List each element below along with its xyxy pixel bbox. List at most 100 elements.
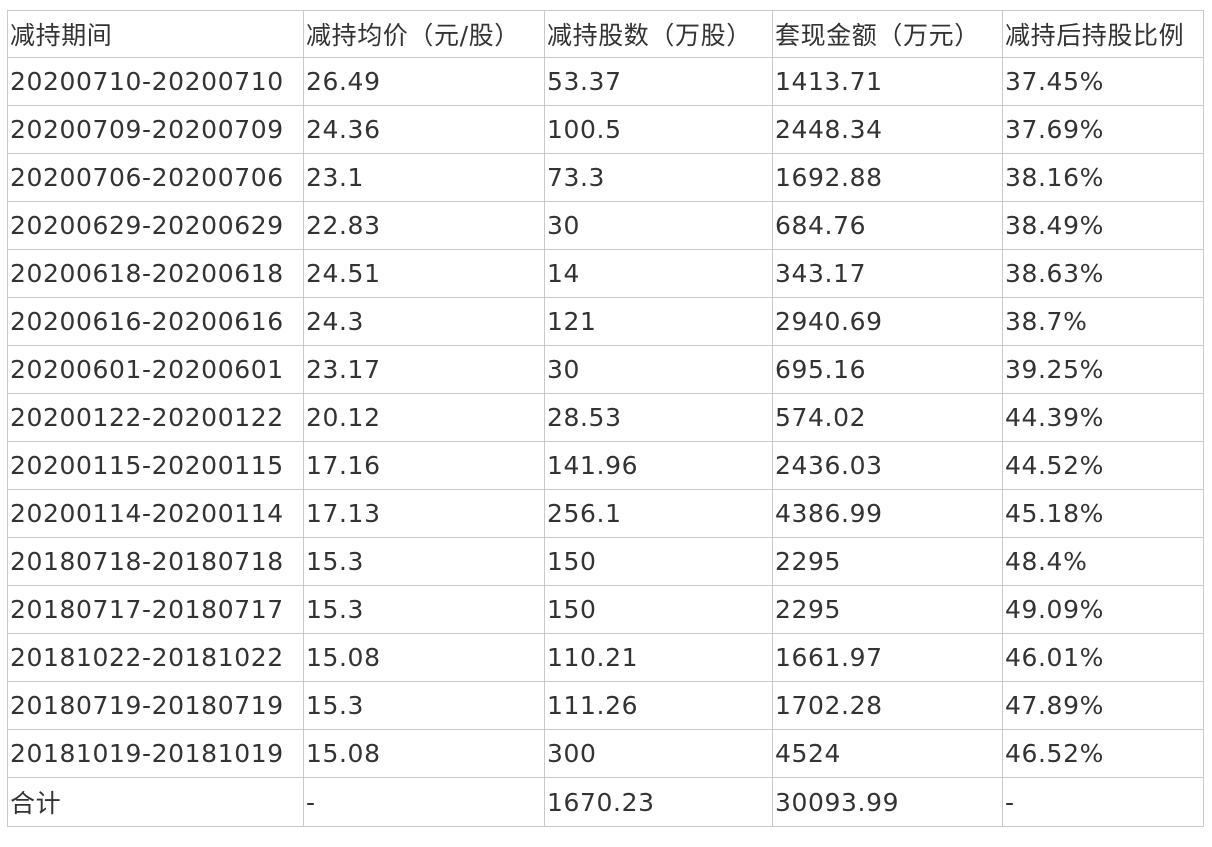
table-row: 20180719-20180719 15.3 111.26 1702.28 47…: [7, 681, 1204, 730]
cell-period: 20200616-20200616: [7, 297, 304, 346]
cell-avg-price: 24.51: [303, 249, 545, 298]
cell-avg-price: 15.3: [303, 585, 545, 634]
cell-avg-price: 24.3: [303, 297, 545, 346]
table-row: 20180718-20180718 15.3 150 2295 48.4%: [7, 537, 1204, 586]
cell-holding-ratio: 44.39%: [1002, 393, 1204, 442]
cell-period: 20200122-20200122: [7, 393, 304, 442]
header-avg-price: 减持均价（元/股）: [303, 10, 545, 58]
cell-avg-price: 20.12: [303, 393, 545, 442]
cell-cash-amount: 1702.28: [772, 681, 1003, 730]
total-shares: 1670.23: [544, 777, 773, 827]
cell-avg-price: 15.08: [303, 729, 545, 778]
table-row: 20200710-20200710 26.49 53.37 1413.71 37…: [7, 57, 1204, 106]
table-row: 20200618-20200618 24.51 14 343.17 38.63%: [7, 249, 1204, 298]
cell-cash-amount: 4386.99: [772, 489, 1003, 538]
table-row: 20181022-20181022 15.08 110.21 1661.97 4…: [7, 633, 1204, 682]
cell-cash-amount: 1661.97: [772, 633, 1003, 682]
total-holding-ratio: -: [1002, 777, 1204, 827]
table-row: 20200114-20200114 17.13 256.1 4386.99 45…: [7, 489, 1204, 538]
table-row: 20200601-20200601 23.17 30 695.16 39.25%: [7, 345, 1204, 394]
cell-period: 20200706-20200706: [7, 153, 304, 202]
cell-shares: 30: [544, 201, 773, 250]
total-label: 合计: [7, 777, 304, 827]
table-row: 20180717-20180717 15.3 150 2295 49.09%: [7, 585, 1204, 634]
cell-cash-amount: 2436.03: [772, 441, 1003, 490]
cell-shares: 73.3: [544, 153, 773, 202]
cell-avg-price: 17.16: [303, 441, 545, 490]
cell-shares: 110.21: [544, 633, 773, 682]
cell-cash-amount: 574.02: [772, 393, 1003, 442]
cell-holding-ratio: 38.16%: [1002, 153, 1204, 202]
cell-holding-ratio: 38.7%: [1002, 297, 1204, 346]
cell-holding-ratio: 46.52%: [1002, 729, 1204, 778]
cell-holding-ratio: 38.49%: [1002, 201, 1204, 250]
total-avg-price: -: [303, 777, 545, 827]
cell-cash-amount: 2448.34: [772, 105, 1003, 154]
cell-shares: 30: [544, 345, 773, 394]
cell-shares: 53.37: [544, 57, 773, 106]
cell-period: 20200618-20200618: [7, 249, 304, 298]
cell-avg-price: 23.1: [303, 153, 545, 202]
cell-shares: 28.53: [544, 393, 773, 442]
cell-cash-amount: 684.76: [772, 201, 1003, 250]
cell-shares: 150: [544, 585, 773, 634]
table-row: 20181019-20181019 15.08 300 4524 46.52%: [7, 729, 1204, 778]
table-row: 20200629-20200629 22.83 30 684.76 38.49%: [7, 201, 1204, 250]
cell-avg-price: 24.36: [303, 105, 545, 154]
total-row: 合计 - 1670.23 30093.99 -: [7, 777, 1204, 827]
cell-avg-price: 26.49: [303, 57, 545, 106]
table-container: 减持期间 减持均价（元/股） 减持股数（万股） 套现金额（万元） 减持后持股比例…: [7, 10, 1204, 827]
cell-shares: 141.96: [544, 441, 773, 490]
cell-period: 20200709-20200709: [7, 105, 304, 154]
cell-shares: 150: [544, 537, 773, 586]
cell-cash-amount: 1413.71: [772, 57, 1003, 106]
cell-holding-ratio: 37.45%: [1002, 57, 1204, 106]
cell-period: 20200629-20200629: [7, 201, 304, 250]
cell-holding-ratio: 45.18%: [1002, 489, 1204, 538]
cell-shares: 121: [544, 297, 773, 346]
cell-shares: 111.26: [544, 681, 773, 730]
cell-avg-price: 17.13: [303, 489, 545, 538]
cell-holding-ratio: 49.09%: [1002, 585, 1204, 634]
cell-period: 20200710-20200710: [7, 57, 304, 106]
header-cash-amount: 套现金额（万元）: [772, 10, 1003, 58]
cell-avg-price: 15.3: [303, 537, 545, 586]
table-row: 20200709-20200709 24.36 100.5 2448.34 37…: [7, 105, 1204, 154]
table-row: 20200616-20200616 24.3 121 2940.69 38.7%: [7, 297, 1204, 346]
cell-shares: 256.1: [544, 489, 773, 538]
header-period: 减持期间: [7, 10, 304, 58]
cell-period: 20200114-20200114: [7, 489, 304, 538]
cell-holding-ratio: 47.89%: [1002, 681, 1204, 730]
table-row: 20200115-20200115 17.16 141.96 2436.03 4…: [7, 441, 1204, 490]
cell-holding-ratio: 46.01%: [1002, 633, 1204, 682]
cell-avg-price: 15.3: [303, 681, 545, 730]
cell-period: 20181019-20181019: [7, 729, 304, 778]
cell-cash-amount: 1692.88: [772, 153, 1003, 202]
cell-period: 20180719-20180719: [7, 681, 304, 730]
share-reduction-table: 减持期间 减持均价（元/股） 减持股数（万股） 套现金额（万元） 减持后持股比例…: [7, 10, 1204, 827]
cell-avg-price: 22.83: [303, 201, 545, 250]
table-row: 20200706-20200706 23.1 73.3 1692.88 38.1…: [7, 153, 1204, 202]
cell-period: 20200115-20200115: [7, 441, 304, 490]
table-header-row: 减持期间 减持均价（元/股） 减持股数（万股） 套现金额（万元） 减持后持股比例: [7, 10, 1204, 58]
cell-period: 20180718-20180718: [7, 537, 304, 586]
header-shares: 减持股数（万股）: [544, 10, 773, 58]
cell-period: 20200601-20200601: [7, 345, 304, 394]
cell-avg-price: 15.08: [303, 633, 545, 682]
cell-holding-ratio: 48.4%: [1002, 537, 1204, 586]
cell-shares: 300: [544, 729, 773, 778]
cell-cash-amount: 2295: [772, 537, 1003, 586]
total-cash-amount: 30093.99: [772, 777, 1003, 827]
cell-avg-price: 23.17: [303, 345, 545, 394]
cell-period: 20181022-20181022: [7, 633, 304, 682]
cell-period: 20180717-20180717: [7, 585, 304, 634]
cell-cash-amount: 2295: [772, 585, 1003, 634]
header-holding-ratio: 减持后持股比例: [1002, 10, 1204, 58]
cell-shares: 14: [544, 249, 773, 298]
cell-holding-ratio: 37.69%: [1002, 105, 1204, 154]
cell-cash-amount: 4524: [772, 729, 1003, 778]
cell-shares: 100.5: [544, 105, 773, 154]
cell-holding-ratio: 39.25%: [1002, 345, 1204, 394]
cell-cash-amount: 343.17: [772, 249, 1003, 298]
table-row: 20200122-20200122 20.12 28.53 574.02 44.…: [7, 393, 1204, 442]
